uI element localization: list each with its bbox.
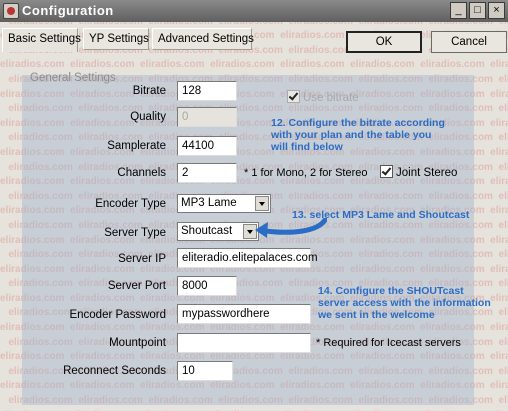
server-port-label: Server Port [107, 280, 166, 292]
server-type-label: Server Type [104, 227, 166, 239]
maximize-button[interactable]: □ [469, 2, 486, 19]
reconnect-seconds-field[interactable]: 10 [177, 361, 233, 381]
window-title: Configuration [22, 3, 114, 18]
mountpoint-field[interactable] [177, 333, 311, 353]
samplerate-field[interactable]: 44100 [177, 136, 237, 156]
tab-basic-settings[interactable]: Basic Settings [2, 28, 81, 52]
quality-label: Quality [130, 111, 166, 123]
annotation-arrow-icon [255, 218, 327, 238]
server-ip-field[interactable]: eliteradio.elitepalaces.com [177, 248, 318, 268]
channels-hint: * 1 for Mono, 2 for Stereo [244, 167, 368, 179]
configuration-window: eliradios.com eliradios.com eliradios.co… [0, 0, 508, 411]
ok-button[interactable]: OK [346, 31, 422, 53]
quality-field[interactable]: 0 [177, 107, 237, 127]
encoder-password-field[interactable]: mypasswordhere [177, 304, 311, 324]
bitrate-field[interactable]: 128 [177, 81, 237, 101]
samplerate-label: Samplerate [107, 140, 166, 152]
annotation-step-12: 12. Configure the bitrate according with… [271, 117, 445, 153]
tab-yp-settings[interactable]: YP Settings [83, 28, 149, 50]
bitrate-label: Bitrate [132, 85, 166, 97]
annotation-step-14: 14. Configure the SHOUTcast server acces… [318, 285, 491, 321]
encoder-type-label: Encoder Type [95, 198, 166, 210]
joint-stereo-checkbox[interactable]: Joint Stereo [380, 165, 457, 179]
use-bitrate-check-icon [287, 90, 300, 103]
reconnect-seconds-label: Reconnect Seconds [63, 365, 166, 377]
title-bar[interactable]: Configuration _ □ × [0, 0, 508, 22]
chevron-down-icon[interactable] [255, 196, 269, 211]
encoder-type-value: MP3 Lame [181, 197, 237, 209]
cancel-button[interactable]: Cancel [431, 31, 507, 53]
joint-stereo-label: Joint Stereo [396, 167, 458, 179]
use-bitrate-label: Use bitrate [303, 92, 359, 104]
mountpoint-hint: * Required for Icecast servers [316, 337, 461, 349]
server-type-select[interactable]: Shoutcast [177, 222, 259, 241]
tab-advanced-settings[interactable]: Advanced Settings [152, 28, 254, 50]
joint-stereo-check-icon [380, 165, 393, 178]
close-button[interactable]: × [488, 2, 505, 19]
minimize-button[interactable]: _ [450, 2, 467, 19]
encoder-password-label: Encoder Password [69, 309, 166, 321]
app-icon [3, 3, 19, 19]
mountpoint-label: Mountpoint [109, 337, 166, 349]
use-bitrate-checkbox[interactable]: Use bitrate [287, 90, 359, 104]
encoder-type-select[interactable]: MP3 Lame [177, 194, 271, 213]
server-port-field[interactable]: 8000 [177, 276, 237, 296]
channels-field[interactable]: 2 [177, 163, 237, 183]
group-label-general: General Settings [30, 72, 116, 84]
channels-label: Channels [117, 167, 166, 179]
server-type-value: Shoutcast [181, 225, 233, 237]
server-ip-label: Server IP [118, 253, 166, 265]
